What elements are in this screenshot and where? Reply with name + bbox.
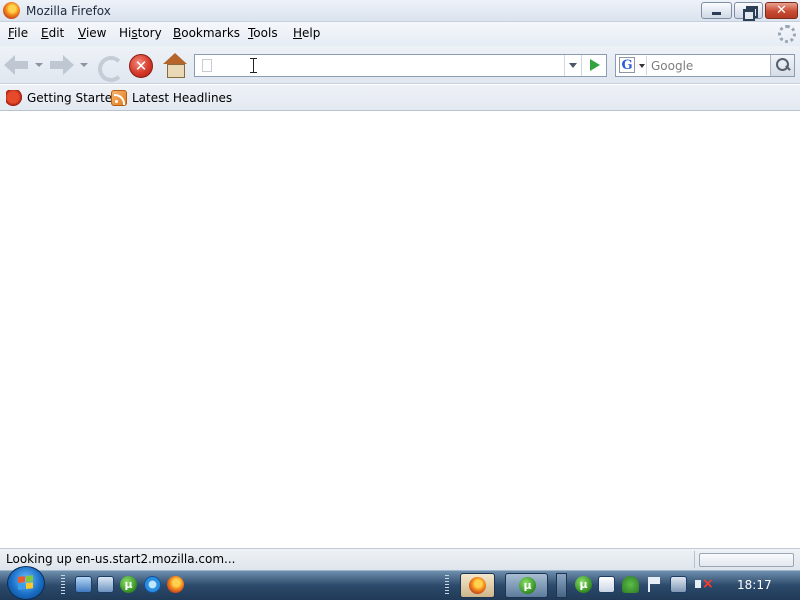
- home-icon[interactable]: [163, 53, 187, 78]
- taskbar-button-firefox[interactable]: [460, 573, 495, 598]
- bookmark-label: Getting Started: [27, 91, 120, 105]
- firefox-bookmark-icon: [6, 90, 22, 106]
- volume-muted-icon[interactable]: [694, 576, 714, 593]
- google-icon: G: [619, 57, 635, 73]
- back-history-dropdown-icon[interactable]: [35, 63, 43, 69]
- taskbar-button-utorrent[interactable]: µ: [505, 573, 548, 598]
- reload-icon[interactable]: [96, 54, 124, 82]
- tray-security-icon[interactable]: [622, 576, 639, 593]
- back-arrow-icon[interactable]: [4, 54, 32, 76]
- url-history-dropdown-icon[interactable]: [564, 55, 580, 76]
- page-content-area[interactable]: [0, 112, 800, 548]
- bookmark-label: Latest Headlines: [132, 91, 233, 105]
- show-desktop-icon[interactable]: [75, 576, 92, 593]
- menu-tools[interactable]: Tools: [248, 26, 278, 40]
- menu-history[interactable]: History: [119, 26, 162, 40]
- firefox-icon: [469, 577, 486, 594]
- status-text: Looking up en-us.start2.mozilla.com...: [6, 552, 236, 566]
- search-engine-selector[interactable]: G: [617, 56, 647, 75]
- quick-launch-grip[interactable]: [61, 575, 65, 595]
- window-titlebar[interactable]: Mozilla Firefox ✕: [0, 0, 800, 22]
- stop-button[interactable]: ✕: [129, 54, 153, 78]
- switch-windows-icon[interactable]: [97, 576, 114, 593]
- search-icon[interactable]: [770, 55, 794, 76]
- firefox-icon[interactable]: [167, 576, 184, 593]
- menu-bar: File Edit View History Bookmarks Tools H…: [0, 22, 800, 46]
- firefox-app-icon[interactable]: [3, 2, 20, 19]
- chevron-down-icon: [639, 64, 645, 68]
- window-title: Mozilla Firefox: [26, 4, 111, 18]
- menu-bookmarks[interactable]: Bookmarks: [173, 26, 240, 40]
- tray-utorrent-icon[interactable]: µ: [575, 576, 592, 593]
- rss-feed-icon: [111, 90, 127, 106]
- maximize-button[interactable]: [734, 2, 763, 21]
- location-bar[interactable]: [194, 54, 607, 77]
- status-bar: Looking up en-us.start2.mozilla.com...: [0, 548, 800, 570]
- utorrent-icon[interactable]: µ: [120, 576, 137, 593]
- menu-view[interactable]: View: [78, 26, 106, 40]
- bookmark-getting-started[interactable]: Getting Started: [6, 90, 120, 106]
- page-load-progress-bar: [699, 553, 794, 567]
- forward-arrow-icon[interactable]: [48, 54, 76, 76]
- menu-edit[interactable]: Edit: [41, 26, 64, 40]
- action-center-flag-icon[interactable]: [646, 576, 663, 593]
- search-input[interactable]: [649, 55, 769, 76]
- taskbar-grip[interactable]: [445, 575, 449, 595]
- internet-explorer-icon[interactable]: [144, 576, 161, 593]
- go-arrow-icon[interactable]: [581, 55, 606, 76]
- search-bar[interactable]: G: [615, 54, 795, 77]
- text-cursor-icon: [250, 58, 257, 73]
- status-divider: [694, 551, 695, 568]
- menu-help[interactable]: Help: [293, 26, 320, 40]
- start-button[interactable]: [7, 566, 45, 600]
- bookmark-latest-headlines[interactable]: Latest Headlines: [111, 90, 232, 106]
- taskbar-scroll-buttons[interactable]: [556, 573, 567, 598]
- tray-notes-icon[interactable]: [598, 576, 615, 593]
- bookmarks-toolbar: Getting Started Latest Headlines: [0, 85, 800, 111]
- network-icon[interactable]: [670, 576, 687, 593]
- utorrent-icon: µ: [519, 577, 536, 594]
- close-window-button[interactable]: ✕: [765, 2, 798, 19]
- forward-history-dropdown-icon[interactable]: [80, 63, 88, 69]
- loading-throbber-icon: [778, 25, 796, 43]
- close-icon: ✕: [776, 3, 787, 18]
- taskbar-clock[interactable]: 18:17: [737, 578, 772, 592]
- menu-file[interactable]: File: [8, 26, 28, 40]
- minimize-button[interactable]: [701, 2, 732, 19]
